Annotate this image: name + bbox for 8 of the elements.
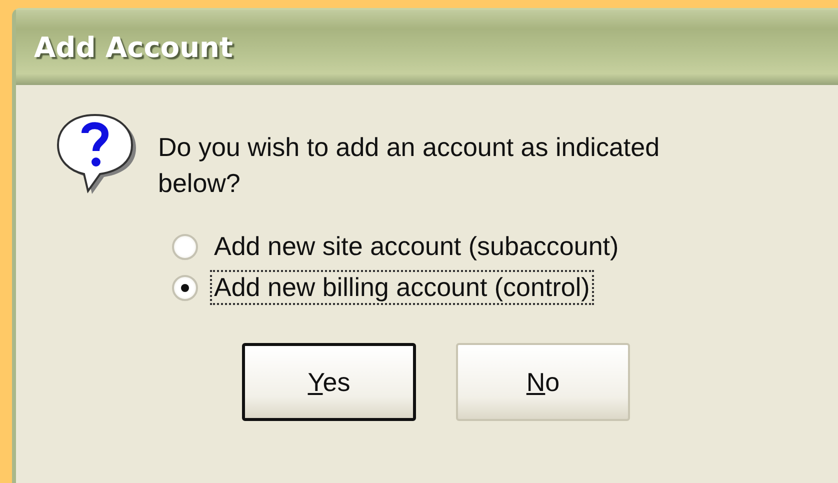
radio-label[interactable]: Add new site account (subaccount) bbox=[212, 231, 621, 262]
dialog-button[interactable]: No bbox=[456, 343, 630, 421]
message-text: Do you wish to add an account as indicated below? bbox=[158, 131, 661, 200]
dialog-button[interactable]: Yes bbox=[242, 343, 416, 421]
radio-label[interactable]: Add new billing account (control) bbox=[212, 272, 592, 303]
window-title: Add Account bbox=[34, 31, 233, 64]
radio-button[interactable] bbox=[172, 234, 198, 260]
radio-button[interactable] bbox=[172, 274, 198, 300]
